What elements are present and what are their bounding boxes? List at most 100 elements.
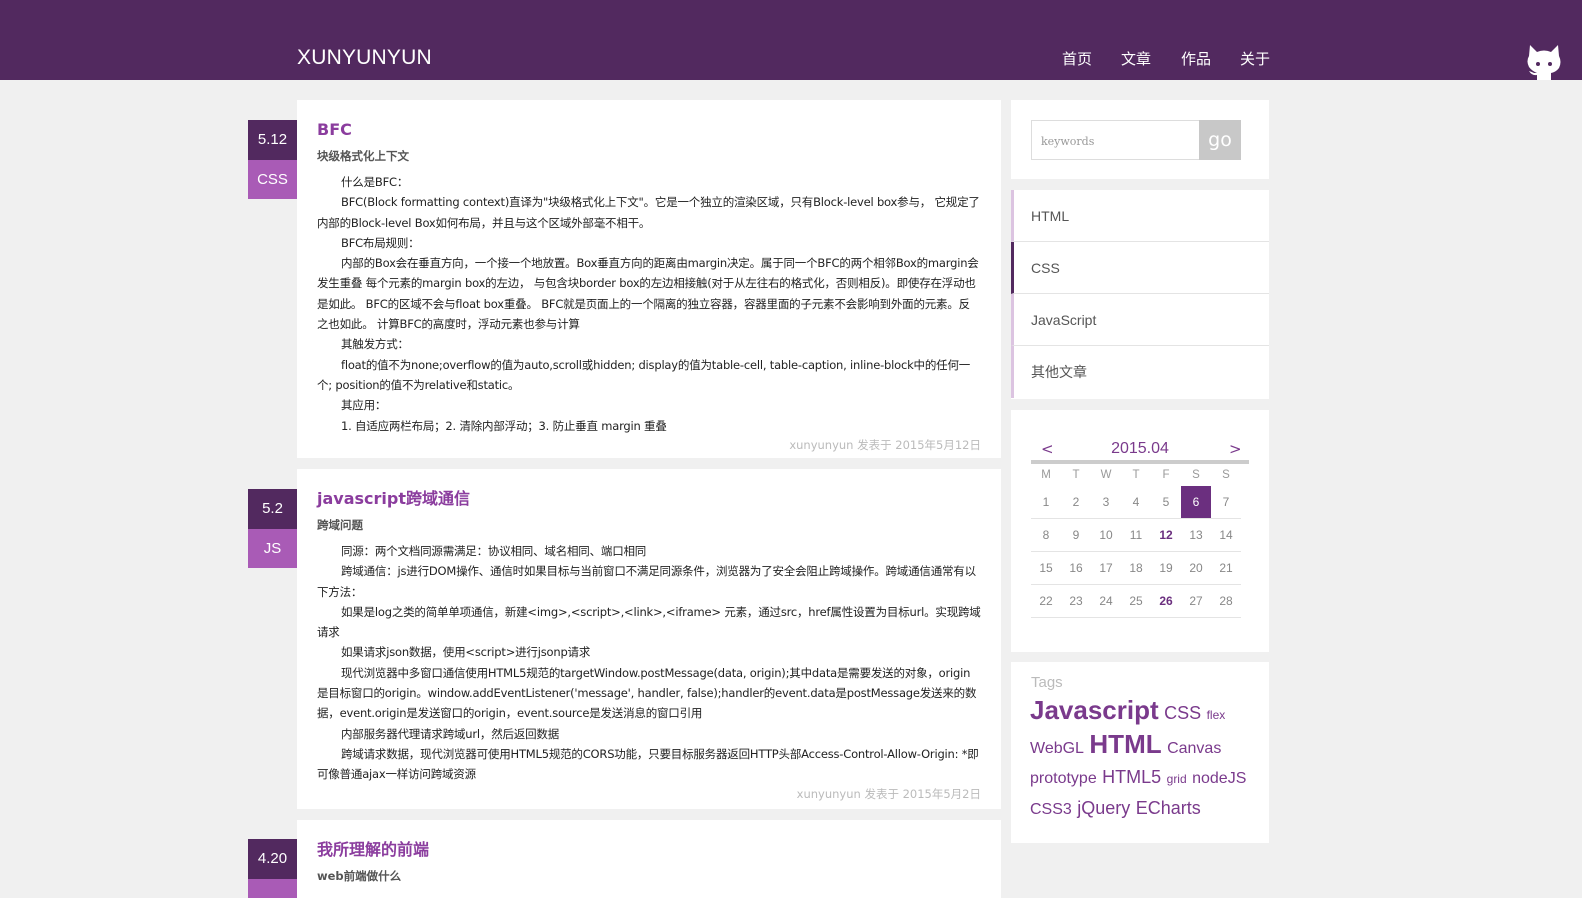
search-go-button[interactable]: go — [1199, 120, 1241, 160]
calendar-day[interactable]: 10 — [1091, 519, 1121, 551]
post-paragraph: BFC(Block formatting context)直译为"块级格式化上下… — [317, 195, 980, 230]
post-date-badge: 4.20 — [248, 839, 297, 898]
post-paragraph: 内部的Box会在垂直方向，一个接一个地放置。Box垂直方向的距离由margin决… — [317, 256, 979, 332]
calendar-day[interactable]: 9 — [1061, 519, 1091, 551]
tag-link[interactable]: prototype — [1030, 770, 1097, 787]
calendar-prev-button[interactable]: < — [1041, 440, 1054, 458]
calendar-day[interactable]: 14 — [1211, 519, 1241, 551]
calendar-day[interactable]: 1 — [1031, 486, 1061, 518]
post-date-badge: 5.2 JS — [248, 489, 297, 568]
tag-link[interactable]: CSS3 — [1030, 801, 1072, 818]
tag-link[interactable]: grid — [1167, 772, 1187, 786]
calendar-day[interactable]: 25 — [1121, 585, 1151, 617]
category-item-other[interactable]: 其他文章 — [1011, 346, 1269, 398]
weekday-label: M — [1041, 469, 1051, 481]
calendar-day[interactable]: 27 — [1181, 585, 1211, 617]
calendar-day[interactable]: 2 — [1061, 486, 1091, 518]
calendar-week-row: 22 23 24 25 26 27 28 — [1031, 585, 1241, 618]
post-paragraph: 跨域通信：js进行DOM操作、通信时如果目标与当前窗口不满足同源条件，浏览器为了… — [317, 564, 976, 599]
category-panel: HTML CSS JavaScript 其他文章 — [1011, 190, 1269, 399]
nav-about[interactable]: 关于 — [1240, 48, 1270, 69]
tag-link[interactable]: ECharts — [1136, 798, 1201, 818]
calendar-day[interactable]: 16 — [1061, 552, 1091, 584]
tag-link[interactable]: CSS — [1164, 703, 1201, 723]
calendar-day[interactable]: 12 — [1151, 519, 1181, 551]
calendar-day[interactable]: 21 — [1211, 552, 1241, 584]
calendar-panel: 2015.04 < > M T W T F S S 1 2 3 4 5 6 7 … — [1011, 410, 1269, 652]
category-item-javascript[interactable]: JavaScript — [1011, 294, 1269, 346]
calendar-day[interactable]: 3 — [1091, 486, 1121, 518]
search-panel: keywords go — [1011, 100, 1269, 179]
post-category-tag[interactable]: CSS — [248, 160, 297, 199]
calendar-day[interactable]: 11 — [1121, 519, 1151, 551]
calendar-day[interactable]: 7 — [1211, 486, 1241, 518]
calendar-day[interactable]: 23 — [1061, 585, 1091, 617]
post-paragraph: 同源：两个文档同源需满足：协议相同、域名相同、端口相同 — [341, 544, 647, 558]
site-logo[interactable]: XUNYUNYUN — [297, 46, 432, 70]
post-subtitle: web前端做什么 — [317, 869, 402, 883]
calendar-week-row: 15 16 17 18 19 20 21 — [1031, 552, 1241, 585]
calendar-day[interactable]: 4 — [1121, 486, 1151, 518]
tag-link[interactable]: jQuery — [1077, 798, 1130, 818]
tag-link[interactable]: HTML5 — [1102, 767, 1161, 787]
tag-link[interactable]: WebGL — [1030, 740, 1084, 757]
post-title[interactable]: 我所理解的前端 — [317, 840, 981, 860]
post-date: 5.2 — [248, 489, 297, 529]
post-paragraph: 什么是BFC： — [341, 175, 409, 189]
calendar-day[interactable]: 5 — [1151, 486, 1181, 518]
calendar-day[interactable]: 8 — [1031, 519, 1061, 551]
post-card: javascript跨域通信 跨域问题 同源：两个文档同源需满足：协议相同、域名… — [297, 469, 1001, 809]
nav-home[interactable]: 首页 — [1062, 48, 1092, 69]
calendar-day[interactable]: 24 — [1091, 585, 1121, 617]
github-octocat-icon[interactable] — [1526, 42, 1562, 80]
calendar-day[interactable]: 6 — [1181, 486, 1211, 518]
post-meta: xunyunyun 发表于 2015年5月2日 — [796, 786, 981, 801]
tag-link[interactable]: Canvas — [1167, 740, 1221, 757]
calendar-day[interactable]: 28 — [1211, 585, 1241, 617]
weekday-label: S — [1222, 469, 1230, 481]
tag-link[interactable]: HTML — [1089, 729, 1161, 759]
calendar-day[interactable]: 15 — [1031, 552, 1061, 584]
post-paragraph: 现代浏览器中多窗口通信使用HTML5规范的targetWindow.postMe… — [317, 665, 977, 721]
tag-link[interactable]: flex — [1207, 708, 1226, 722]
post-paragraph: 如果是log之类的简单单项通信，新建<img>,<script>,<link>,… — [317, 604, 981, 640]
category-item-html[interactable]: HTML — [1011, 190, 1269, 242]
calendar-day[interactable]: 26 — [1151, 585, 1181, 617]
post-paragraph: 跨域请求数据，现代浏览器可使用HTML5规范的CORS功能，只要目标服务器返回H… — [317, 746, 979, 782]
post-paragraph: 其应用： — [341, 398, 387, 413]
calendar-day[interactable]: 17 — [1091, 552, 1121, 584]
post-title[interactable]: javascript跨域通信 — [317, 489, 981, 509]
weekday-label: T — [1072, 469, 1080, 481]
top-header: XUNYUNYUN 首页 文章 作品 关于 — [0, 0, 1582, 80]
tag-link[interactable]: nodeJS — [1192, 770, 1246, 787]
calendar-month-title: 2015.04 — [1111, 440, 1169, 457]
post-paragraph: BFC布局规则： — [341, 235, 420, 250]
post-paragraph: 内部服务器代理请求跨域url，然后返回数据 — [341, 726, 560, 741]
post-category-tag[interactable] — [248, 879, 297, 898]
calendar-weekday-row: M T W T F S S — [1031, 464, 1241, 486]
search-input[interactable]: keywords — [1031, 120, 1199, 160]
post-paragraph: 如果请求json数据，使用<script>进行jsonp请求 — [341, 645, 591, 660]
calendar-next-button[interactable]: > — [1229, 440, 1242, 458]
calendar-day[interactable]: 19 — [1151, 552, 1181, 584]
post-paragraph: 1. 自适应两栏布局；2. 清除内部浮动；3. 防止垂直 margin 重叠 — [341, 418, 667, 433]
calendar-day[interactable]: 18 — [1121, 552, 1151, 584]
tag-link[interactable]: Javascript — [1030, 695, 1159, 725]
calendar-day[interactable]: 20 — [1181, 552, 1211, 584]
weekday-label: T — [1132, 469, 1140, 481]
post-date: 4.20 — [248, 839, 297, 879]
nav-articles[interactable]: 文章 — [1121, 48, 1151, 69]
category-item-css[interactable]: CSS — [1011, 242, 1269, 294]
post-card: BFC 块级格式化上下文 什么是BFC： BFC(Block formattin… — [297, 100, 1001, 458]
post-meta: xunyunyun 发表于 2015年5月12日 — [789, 437, 981, 452]
calendar-day[interactable]: 22 — [1031, 585, 1061, 617]
post-category-tag[interactable]: JS — [248, 529, 297, 568]
post-title[interactable]: BFC — [317, 120, 981, 140]
calendar-day[interactable]: 13 — [1181, 519, 1211, 551]
nav-works[interactable]: 作品 — [1181, 48, 1211, 69]
post-date-badge: 5.12 CSS — [248, 120, 297, 199]
post-paragraph: float的值不为none;overflow的值为auto,scroll或hid… — [317, 357, 971, 392]
tags-title: Tags — [1031, 674, 1063, 691]
calendar-header: 2015.04 < > — [1031, 440, 1249, 460]
post-body: 同源：两个文档同源需满足：协议相同、域名相同、端口相同 跨域通信：js进行DOM… — [317, 541, 981, 785]
